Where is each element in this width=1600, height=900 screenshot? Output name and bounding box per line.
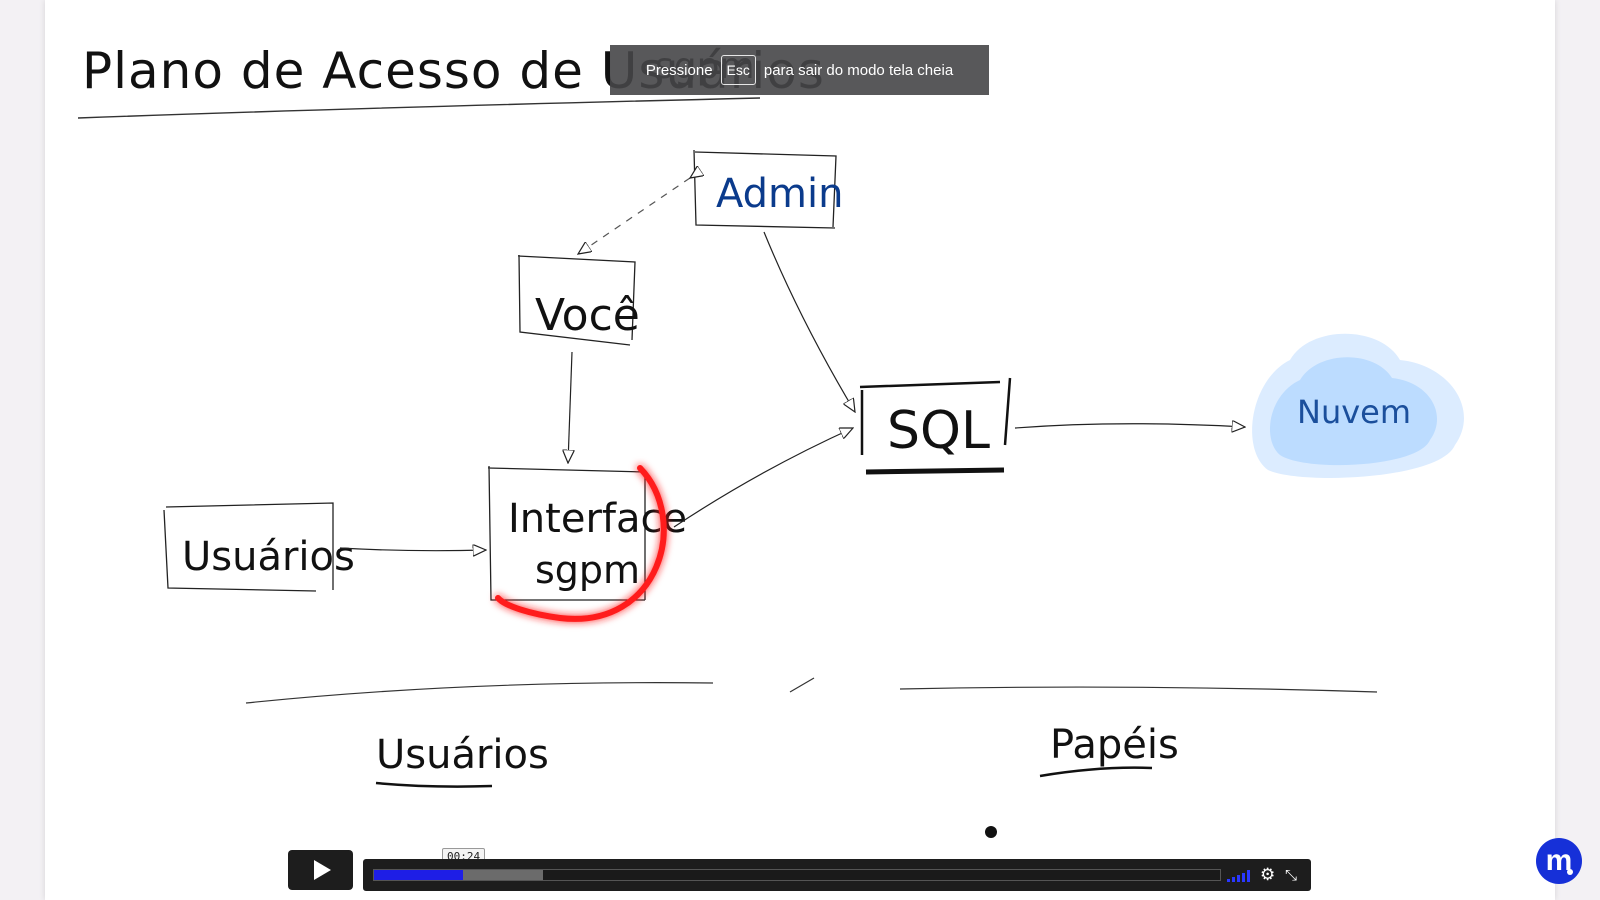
nuvem-cloud: Nuvem bbox=[1252, 333, 1464, 478]
usuarios-interface-arrow bbox=[339, 548, 486, 551]
interface-sql-arrow bbox=[673, 428, 853, 528]
exit-fullscreen-icon[interactable]: ⤡ bbox=[1285, 865, 1297, 885]
sql-nuvem-arrow bbox=[1014, 424, 1245, 428]
logo-dot bbox=[1567, 869, 1573, 875]
pen-cursor-dot bbox=[985, 826, 997, 838]
volume-control[interactable] bbox=[1227, 869, 1251, 882]
usuarios-label: Usuários bbox=[182, 534, 355, 580]
nuvem-label: Nuvem bbox=[1297, 393, 1411, 431]
sql-node: SQL bbox=[859, 377, 1012, 475]
bottom-underline-papeis bbox=[1039, 766, 1153, 778]
voce-node: Você bbox=[517, 254, 640, 346]
voce-interface-arrow bbox=[568, 351, 572, 463]
player-control-bar: ⚙ ⤡ bbox=[363, 859, 1311, 891]
admin-label: Admin bbox=[716, 171, 843, 217]
admin-node: Admin bbox=[693, 149, 843, 229]
whiteboard-canvas: Plano de Acesso de Usuários sgpm Admin V… bbox=[77, 42, 1464, 838]
bottom-heading-usuarios: Usuários bbox=[376, 732, 549, 778]
banner-suffix: para sair do modo tela cheia bbox=[763, 61, 954, 79]
title-underline bbox=[77, 97, 761, 119]
separator-line-right bbox=[899, 686, 1378, 693]
voce-label: Você bbox=[535, 290, 640, 341]
mmhmm-logo-button[interactable]: m bbox=[1536, 838, 1582, 884]
sql-label: SQL bbox=[887, 401, 990, 461]
admin-sql-arrow bbox=[763, 231, 855, 412]
play-icon bbox=[314, 860, 331, 880]
play-button[interactable] bbox=[288, 850, 353, 890]
admin-voce-dashed-arrow bbox=[578, 178, 690, 254]
progress-bar[interactable] bbox=[373, 869, 1221, 881]
played-progress bbox=[374, 870, 463, 880]
separator-line-left bbox=[245, 682, 714, 704]
separator-tick bbox=[789, 677, 815, 693]
gear-icon[interactable]: ⚙ bbox=[1260, 865, 1275, 885]
interface-label-line2: sgpm bbox=[535, 548, 640, 592]
bottom-underline-usuarios bbox=[375, 781, 493, 788]
bottom-heading-papeis: Papéis bbox=[1050, 722, 1179, 768]
esc-key-badge: Esc bbox=[720, 55, 756, 85]
fullscreen-exit-banner: Pressione Esc para sair do modo tela che… bbox=[610, 45, 989, 95]
interface-node: Interface sgpm bbox=[487, 465, 687, 601]
usuarios-node: Usuários bbox=[163, 502, 355, 592]
banner-prefix: Pressione bbox=[645, 61, 713, 79]
red-highlight-stroke bbox=[495, 465, 667, 622]
